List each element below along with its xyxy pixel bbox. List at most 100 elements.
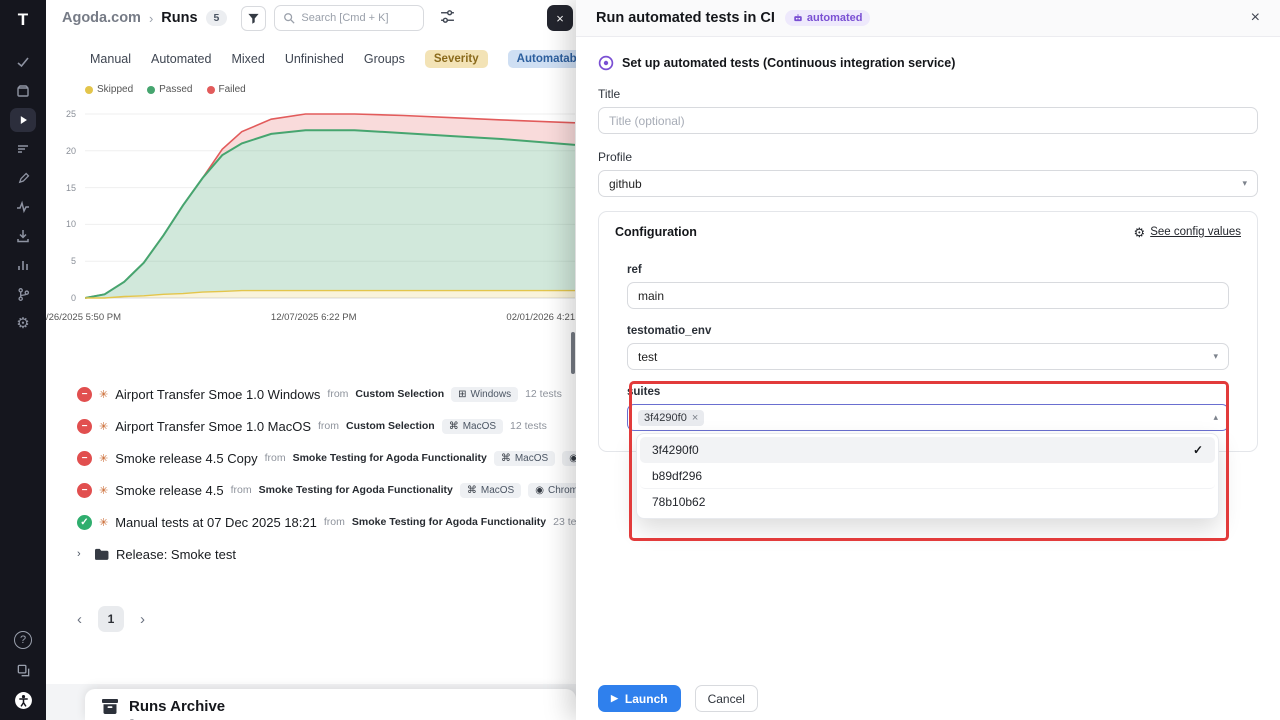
suite-option[interactable]: 3f4290f0✓ — [640, 437, 1215, 463]
view-settings-button[interactable] — [440, 9, 455, 27]
sliders-icon — [440, 9, 455, 24]
filter-chip-severity[interactable]: Severity — [425, 50, 488, 68]
activity-icon — [15, 199, 31, 215]
accessibility-button[interactable] — [10, 688, 36, 712]
option-value: 78b10b62 — [652, 495, 705, 509]
suite-option[interactable]: 78b10b62 — [640, 489, 1215, 515]
cancel-button[interactable]: Cancel — [695, 685, 758, 712]
topbar: Agoda.com › Runs 5 × — [46, 0, 576, 36]
run-row[interactable]: −✳Airport Transfer Smoe 1.0 MacOSfromCus… — [77, 410, 576, 442]
check-icon: ✓ — [1193, 443, 1203, 457]
run-ci-drawer: Run automated tests in CI automated × Se… — [576, 0, 1280, 720]
run-name[interactable]: Airport Transfer Smoe 1.0 MacOS — [115, 419, 311, 434]
sidebar-item-runs[interactable] — [10, 108, 36, 132]
gear-icon: ⚙ — [1134, 226, 1146, 239]
ref-label: ref — [627, 264, 1229, 276]
run-row[interactable]: −✳Airport Transfer Smoe 1.0 WindowsfromC… — [77, 378, 576, 410]
copy-button[interactable] — [10, 658, 36, 682]
sidebar-item-analytics[interactable] — [10, 253, 36, 277]
spider-icon: ✳ — [99, 484, 108, 497]
help-icon: ? — [14, 631, 32, 649]
suites-multiselect[interactable]: 3f4290f0 × ▴ — [627, 404, 1229, 431]
search-input[interactable] — [301, 12, 411, 24]
ci-service-icon — [598, 55, 614, 71]
title-label: Title — [598, 87, 1258, 101]
folder-row[interactable]: ›Release: Smoke test — [77, 538, 576, 570]
sidebar-item-tests[interactable] — [10, 50, 36, 74]
tab-mixed[interactable]: Mixed — [231, 52, 264, 66]
legend-item-passed: Passed — [147, 84, 192, 95]
sidebar-item-pulse[interactable] — [10, 195, 36, 219]
run-name[interactable]: Airport Transfer Smoe 1.0 Windows — [115, 387, 320, 402]
remove-tag-icon[interactable]: × — [692, 412, 698, 424]
ref-input[interactable] — [627, 282, 1229, 309]
env-label: testomatio_env — [627, 325, 1229, 337]
chevron-right-icon[interactable]: › — [77, 548, 87, 560]
search-box[interactable] — [274, 5, 424, 31]
branch-icon — [16, 287, 31, 302]
sidebar-item-import[interactable] — [10, 224, 36, 248]
chrome-icon: ◉ — [535, 485, 544, 496]
scrollbar-thumb[interactable] — [571, 332, 575, 374]
tab-unfinished[interactable]: Unfinished — [285, 52, 344, 66]
run-name[interactable]: Smoke release 4.5 Copy — [115, 451, 257, 466]
sidebar-item-settings[interactable]: ⚙ — [10, 311, 36, 335]
suite-option[interactable]: b89df296 — [640, 463, 1215, 489]
breadcrumb-separator: › — [149, 11, 153, 26]
env-select[interactable]: test ▾ — [627, 343, 1229, 370]
chrome-icon: ◉ — [569, 453, 576, 464]
prev-page-button[interactable]: ‹ — [77, 611, 82, 628]
sidebar-item-plans[interactable] — [10, 137, 36, 161]
breadcrumb-project[interactable]: Agoda.com — [62, 10, 141, 26]
filter-button[interactable] — [241, 6, 266, 31]
panel-close-button[interactable]: × — [547, 5, 573, 31]
profile-select[interactable]: github ▾ — [598, 170, 1258, 197]
legend-item-failed: Failed — [207, 84, 246, 95]
launch-label: Launch — [625, 692, 668, 706]
chevron-up-icon: ▴ — [1213, 412, 1218, 423]
sidebar-item-editor[interactable] — [10, 166, 36, 190]
rail-nav: ⚙ — [10, 50, 36, 335]
run-row[interactable]: ✓✳Manual tests at 07 Dec 2025 18:21fromS… — [77, 506, 576, 538]
tab-automated[interactable]: Automated — [151, 52, 211, 66]
legend-label: Passed — [159, 84, 192, 95]
y-tick-label: 10 — [66, 219, 76, 229]
suite-tag-value: 3f4290f0 — [644, 412, 687, 424]
suites-label: suites — [627, 386, 1229, 398]
package-icon — [15, 83, 31, 99]
legend-dot — [147, 86, 155, 94]
drawer-body: Set up automated tests (Continuous integ… — [576, 37, 1280, 452]
archive-strip: Runs Archive 0 runs — [46, 684, 576, 720]
see-config-values-label: See config values — [1150, 226, 1241, 238]
next-page-button[interactable]: › — [140, 611, 145, 628]
page-title: Runs — [161, 10, 197, 26]
run-row[interactable]: −✳Smoke release 4.5fromSmoke Testing for… — [77, 474, 576, 506]
run-source: Custom Selection — [346, 420, 435, 432]
run-name[interactable]: Smoke release 4.5 — [115, 483, 223, 498]
tab-groups[interactable]: Groups — [364, 52, 405, 66]
profile-value: github — [609, 177, 642, 191]
page-number[interactable]: 1 — [98, 606, 124, 632]
run-tests-count: 23 tests — [553, 516, 576, 528]
apple-badge: ⌘MacOS — [442, 419, 503, 434]
legend-dot — [207, 86, 215, 94]
tab-manual[interactable]: Manual — [90, 52, 131, 66]
app: T — [0, 0, 1280, 720]
sidebar-item-branches[interactable] — [10, 282, 36, 306]
help-button[interactable]: ? — [10, 628, 36, 652]
check-icon — [15, 54, 31, 70]
sidebar-item-suites[interactable] — [10, 79, 36, 103]
automated-badge: automated — [785, 10, 871, 26]
config-title: Configuration — [615, 225, 697, 239]
launch-button[interactable]: ▶ Launch — [598, 685, 681, 712]
see-config-values-link[interactable]: ⚙ See config values — [1134, 226, 1241, 239]
app-logo[interactable]: T — [11, 8, 35, 32]
title-input[interactable] — [598, 107, 1258, 134]
run-name[interactable]: Manual tests at 07 Dec 2025 18:21 — [115, 515, 317, 530]
drawer-close-button[interactable]: × — [1251, 9, 1260, 27]
runs-archive-card[interactable]: Runs Archive 0 runs — [85, 689, 576, 720]
filter-chip-automatable[interactable]: Automatable — [508, 50, 576, 68]
config-head: Configuration ⚙ See config values — [615, 225, 1241, 239]
run-row[interactable]: −✳Smoke release 4.5 CopyfromSmoke Testin… — [77, 442, 576, 474]
suite-tag: 3f4290f0 × — [638, 410, 704, 426]
